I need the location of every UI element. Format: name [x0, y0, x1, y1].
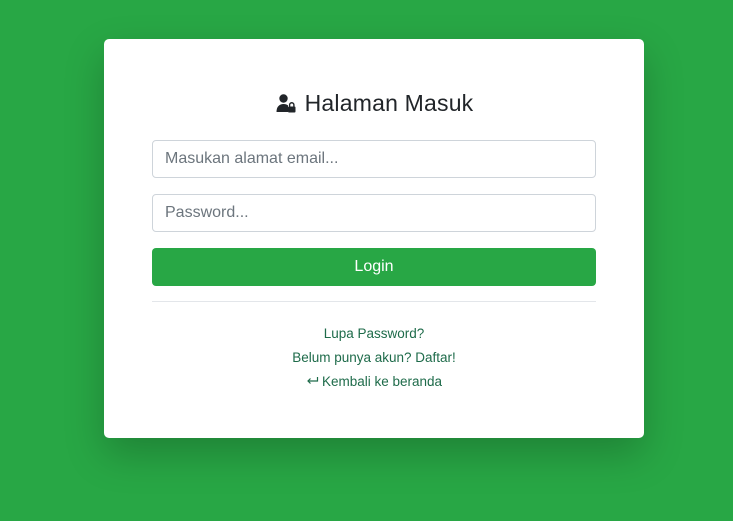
page-title-row: Halaman Masuk: [104, 89, 644, 117]
login-button[interactable]: Login: [152, 248, 596, 286]
forgot-password-link[interactable]: Lupa Password?: [104, 322, 644, 346]
login-card: Halaman Masuk Login Lupa Password? Belum…: [104, 39, 644, 438]
user-lock-icon: [275, 92, 297, 114]
register-link[interactable]: Belum punya akun? Daftar!: [104, 346, 644, 370]
divider: [152, 301, 596, 302]
back-home-link[interactable]: Kembali ke beranda: [104, 370, 644, 394]
email-field[interactable]: [152, 140, 596, 178]
page-title: Halaman Masuk: [304, 89, 474, 116]
back-home-label: Kembali ke beranda: [321, 374, 443, 389]
return-arrow-icon: [306, 370, 319, 394]
auth-links: Lupa Password? Belum punya akun? Daftar!…: [104, 322, 644, 394]
password-field[interactable]: [152, 194, 596, 232]
